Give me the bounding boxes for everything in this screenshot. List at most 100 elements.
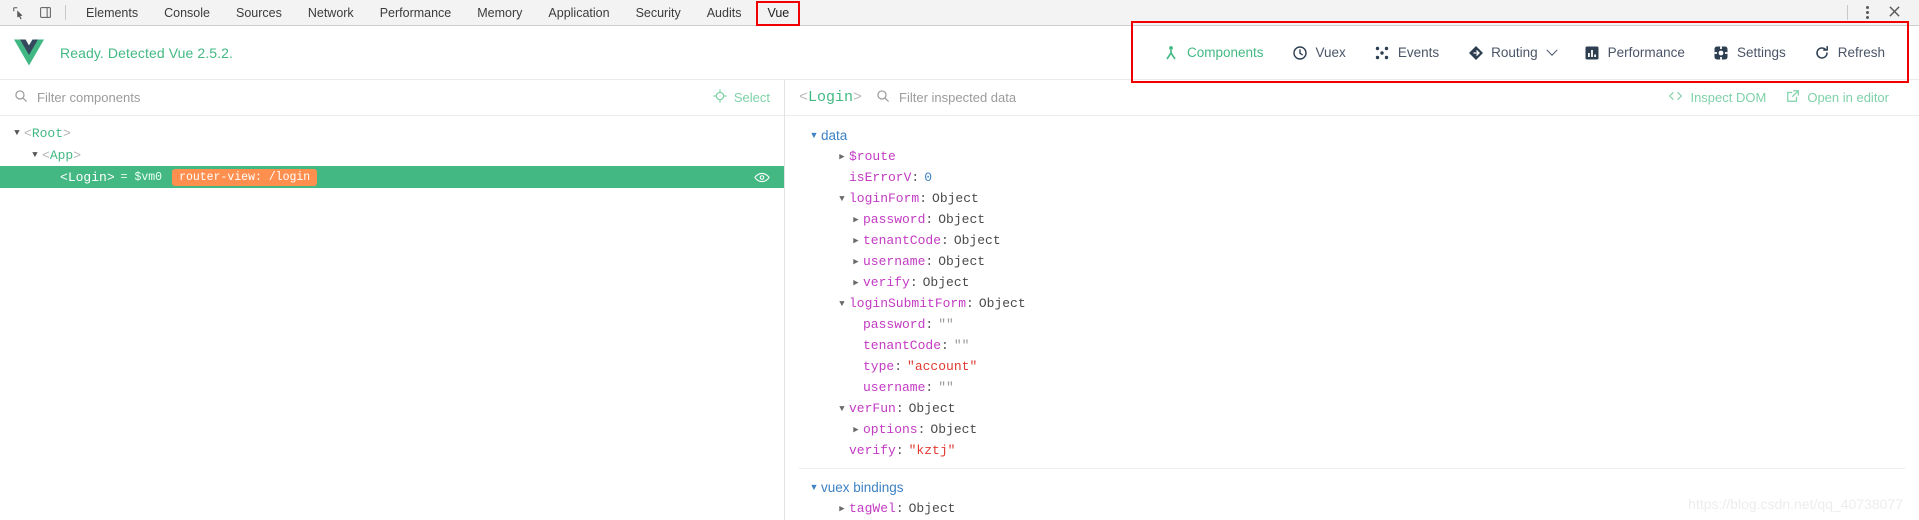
- caret-right-icon[interactable]: ▶: [849, 425, 863, 435]
- device-toolbar-icon[interactable]: [32, 2, 58, 24]
- data-key: verify: [849, 443, 896, 458]
- performance-bars-icon: [1584, 44, 1601, 61]
- caret-down-icon[interactable]: ▼: [835, 404, 849, 414]
- search-icon: [14, 89, 28, 106]
- filter-inspected-wrap[interactable]: [876, 89, 1649, 106]
- tree-node-label: <App>: [42, 147, 82, 163]
- tab-performance[interactable]: Performance: [367, 0, 465, 25]
- inspected-data: ▼ data ▶ $route isErrorV: 0 ▼ loginForm:…: [785, 116, 1919, 520]
- external-link-icon: [1786, 89, 1800, 106]
- code-brackets-icon: [1668, 90, 1683, 105]
- search-icon: [876, 89, 890, 106]
- open-in-editor-button[interactable]: Open in editor: [1766, 89, 1905, 106]
- data-value: Object: [978, 296, 1026, 311]
- tree-node-root[interactable]: ▼ <Root>: [0, 122, 784, 144]
- data-value: "account": [907, 359, 978, 374]
- tab-vue[interactable]: Vue: [754, 0, 802, 26]
- components-pane: Select ▼ <Root> ▼ <App> ▼ <Login> = $vm0…: [0, 80, 785, 520]
- tab-application[interactable]: Application: [535, 0, 622, 25]
- vuex-clock-icon: [1292, 44, 1309, 61]
- data-row[interactable]: ▼ verFun: Object: [785, 398, 1919, 419]
- toolbar-settings[interactable]: Settings: [1699, 39, 1800, 66]
- data-row[interactable]: ▶ verify: Object: [785, 272, 1919, 293]
- caret-down-icon[interactable]: ▼: [807, 482, 821, 492]
- section-vuex-label: vuex bindings: [821, 479, 904, 495]
- select-component-label: Select: [733, 90, 770, 105]
- tab-audits[interactable]: Audits: [694, 0, 755, 25]
- caret-down-icon[interactable]: ▼: [28, 150, 42, 160]
- data-key: tenantCode: [863, 338, 942, 353]
- toolbar-refresh-label: Refresh: [1837, 45, 1885, 60]
- tab-sources[interactable]: Sources: [223, 0, 295, 25]
- vue-status-text: Ready. Detected Vue 2.5.2.: [60, 44, 234, 61]
- devtools-tab-bar: Elements Console Sources Network Perform…: [0, 0, 1919, 26]
- data-value: Object: [930, 422, 978, 437]
- inspector-toolbar: <Login> Inspect DOM: [785, 80, 1919, 116]
- more-options-icon[interactable]: [1857, 2, 1878, 23]
- caret-down-icon[interactable]: ▼: [835, 299, 849, 309]
- caret-down-icon[interactable]: ▼: [10, 128, 24, 138]
- inspect-dom-label: Inspect DOM: [1690, 90, 1767, 105]
- data-row[interactable]: ▶ options: Object: [785, 419, 1919, 440]
- toolbar-refresh[interactable]: Refresh: [1800, 39, 1899, 66]
- router-view-badge: router-view: /login: [172, 168, 318, 186]
- close-icon[interactable]: [1880, 3, 1909, 22]
- section-divider: [799, 468, 1905, 469]
- caret-right-icon[interactable]: ▶: [835, 152, 849, 162]
- eye-icon[interactable]: [754, 172, 770, 183]
- toolbar-performance-label: Performance: [1607, 45, 1685, 60]
- toolbar-settings-label: Settings: [1736, 45, 1786, 60]
- data-value: "": [938, 380, 954, 395]
- caret-right-icon[interactable]: ▶: [849, 257, 863, 267]
- section-data[interactable]: ▼ data: [785, 124, 1919, 146]
- caret-right-icon[interactable]: ▶: [849, 215, 863, 225]
- tree-node-label: <Root>: [24, 125, 71, 141]
- data-key: tagWel: [849, 501, 896, 516]
- data-row[interactable]: ▼ loginForm: Object: [785, 188, 1919, 209]
- caret-right-icon[interactable]: ▶: [835, 504, 849, 514]
- caret-right-icon[interactable]: ▶: [849, 278, 863, 288]
- data-row[interactable]: ▶ $route: [785, 146, 1919, 167]
- toolbar-performance[interactable]: Performance: [1570, 39, 1699, 66]
- data-value: Object: [938, 254, 986, 269]
- toolbar-routing[interactable]: Routing: [1453, 39, 1570, 66]
- data-key: type: [863, 359, 895, 374]
- inspect-dom-button[interactable]: Inspect DOM: [1648, 90, 1766, 105]
- tree-node-app[interactable]: ▼ <App>: [0, 144, 784, 166]
- data-row[interactable]: ▶ password: Object: [785, 209, 1919, 230]
- tab-security[interactable]: Security: [623, 0, 694, 25]
- filter-components-input[interactable]: [37, 90, 693, 105]
- data-value: Object: [953, 233, 1001, 248]
- inspected-component-name: <Login>: [799, 89, 863, 106]
- tab-network[interactable]: Network: [295, 0, 367, 25]
- tree-node-login[interactable]: ▼ <Login> = $vm0 router-view: /login: [0, 166, 784, 188]
- data-row[interactable]: ▶ username: Object: [785, 251, 1919, 272]
- data-key: loginSubmitForm: [849, 296, 967, 311]
- data-key: $route: [849, 149, 896, 164]
- toolbar-events[interactable]: Events: [1360, 39, 1453, 66]
- data-key: isErrorV: [849, 170, 912, 185]
- data-value: Object: [938, 212, 986, 227]
- data-value: Object: [908, 501, 956, 516]
- toolbar-vuex[interactable]: Vuex: [1278, 39, 1360, 66]
- devtools-window-controls: [1840, 2, 1913, 23]
- tab-console[interactable]: Console: [151, 0, 223, 25]
- section-data-label: data: [821, 127, 848, 143]
- data-row: username: "": [863, 380, 954, 395]
- filter-components-wrap[interactable]: [14, 89, 693, 106]
- data-row[interactable]: ▼ loginSubmitForm: Object: [785, 293, 1919, 314]
- data-row: tenantCode: "": [863, 338, 970, 353]
- caret-down-icon[interactable]: ▼: [835, 194, 849, 204]
- caret-down-icon[interactable]: ▼: [807, 130, 821, 140]
- data-key: verify: [863, 275, 910, 290]
- data-row[interactable]: ▶ tenantCode: Object: [785, 230, 1919, 251]
- tab-memory[interactable]: Memory: [464, 0, 535, 25]
- section-vuex-bindings[interactable]: ▼ vuex bindings: [785, 476, 1919, 498]
- filter-inspected-input[interactable]: [899, 90, 1649, 105]
- settings-gear-icon: [1713, 44, 1730, 61]
- toolbar-components[interactable]: Components: [1149, 39, 1278, 66]
- select-component-button[interactable]: Select: [693, 89, 770, 106]
- tab-elements[interactable]: Elements: [73, 0, 151, 25]
- inspect-element-icon[interactable]: [6, 2, 32, 24]
- caret-right-icon[interactable]: ▶: [849, 236, 863, 246]
